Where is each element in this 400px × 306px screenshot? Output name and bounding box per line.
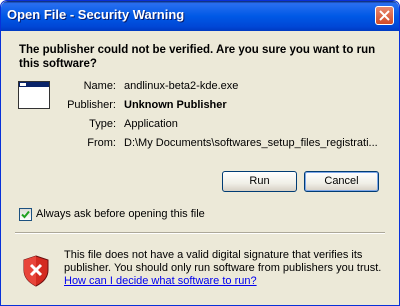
cancel-button-label: Cancel [324, 175, 359, 187]
close-icon [379, 10, 390, 21]
publisher-value: Unknown Publisher [124, 99, 227, 111]
from-label: From: [87, 137, 116, 149]
run-button[interactable]: Run [222, 171, 297, 192]
security-shield-icon [23, 255, 49, 287]
question-text: The publisher could not be verified. Are… [19, 44, 376, 70]
type-value: Application [124, 118, 178, 130]
title-bar[interactable]: Open File - Security Warning [1, 1, 399, 31]
separator [15, 232, 385, 234]
always-ask-checkbox[interactable] [19, 208, 32, 221]
cancel-button[interactable]: Cancel [304, 171, 379, 192]
dialog-body: The publisher could not be verified. Are… [4, 31, 396, 302]
name-value: andlinux-beta2-kde.exe [124, 80, 239, 92]
window-title: Open File - Security Warning [7, 7, 185, 22]
type-label: Type: [89, 118, 116, 130]
warning-section: This file does not have a valid digital … [4, 235, 396, 302]
always-ask-label[interactable]: Always ask before opening this file [36, 208, 205, 220]
warning-message: This file does not have a valid digital … [64, 249, 384, 288]
publisher-label: Publisher: [67, 99, 116, 111]
security-warning-dialog: Open File - Security Warning The publish… [0, 0, 400, 306]
warning-text: This file does not have a valid digital … [64, 249, 382, 274]
close-button[interactable] [375, 6, 394, 25]
name-label: Name: [83, 80, 116, 92]
from-value: D:\My Documents\softwares_setup_files_re… [124, 137, 378, 149]
checkmark-icon [21, 210, 30, 219]
help-link[interactable]: How can I decide what software to run? [64, 275, 257, 287]
run-button-label: Run [249, 175, 270, 187]
application-window-icon [18, 81, 50, 109]
